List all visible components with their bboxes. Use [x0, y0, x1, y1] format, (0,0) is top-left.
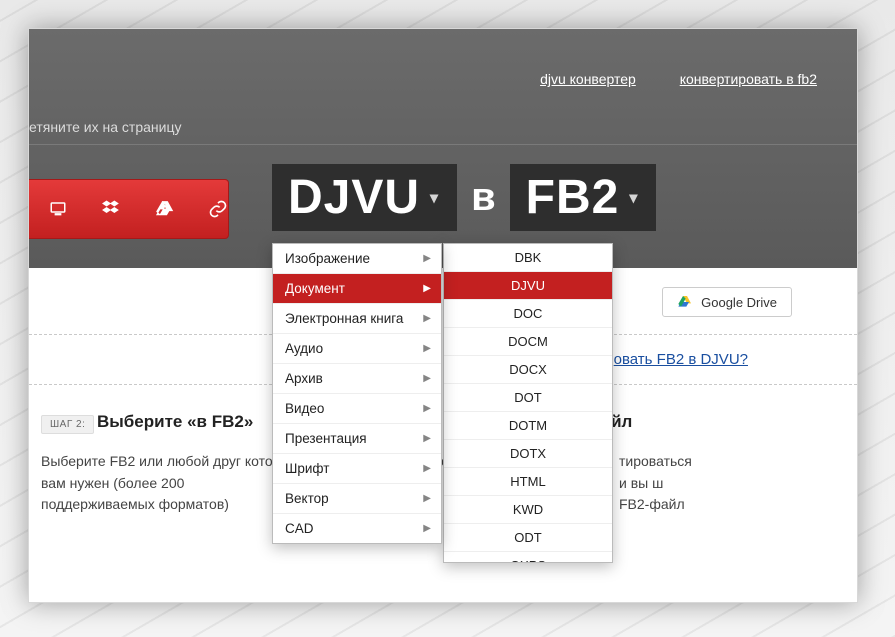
- link-convert-to-fb2[interactable]: конвертировать в fb2: [680, 71, 817, 87]
- top-links: djvu конвертер конвертировать в fb2: [500, 71, 817, 87]
- header-separator: [29, 144, 857, 145]
- step-paragraph-1: Выберите FB2 или любой друг который вам …: [41, 451, 301, 516]
- category-item[interactable]: Презентация ▶: [273, 424, 441, 454]
- category-item-label: Презентация: [285, 431, 367, 446]
- link-icon[interactable]: [207, 198, 228, 220]
- format-selectors: DJVU ▾ в FB2 ▾: [272, 164, 656, 231]
- in-word: в: [471, 175, 496, 220]
- category-item[interactable]: CAD ▶: [273, 514, 441, 543]
- category-dropdown[interactable]: Изображение▶Документ▶Электронная книга▶А…: [272, 243, 442, 544]
- format-item[interactable]: ODT: [444, 524, 612, 552]
- format-item[interactable]: DBK: [444, 244, 612, 272]
- format-item[interactable]: DOCM: [444, 328, 612, 356]
- format-item[interactable]: DOT: [444, 384, 612, 412]
- chevron-right-icon: ▶: [423, 343, 431, 354]
- chevron-right-icon: ▶: [423, 403, 431, 414]
- category-item[interactable]: Видео ▶: [273, 394, 441, 424]
- category-item-label: Видео: [285, 401, 324, 416]
- from-format-button[interactable]: DJVU ▾: [272, 164, 457, 231]
- category-item-label: Изображение: [285, 251, 370, 266]
- chevron-right-icon: ▶: [423, 463, 431, 474]
- link-djvu-converter[interactable]: djvu конвертер: [540, 71, 636, 87]
- category-item[interactable]: Шрифт ▶: [273, 454, 441, 484]
- category-item[interactable]: Вектор ▶: [273, 484, 441, 514]
- category-item-label: Документ: [285, 281, 345, 296]
- step-badge: ШАГ 2:: [41, 415, 94, 434]
- chevron-right-icon: ▶: [423, 283, 431, 294]
- format-dropdown-scroll[interactable]: DBKDJVUDOCDOCMDOCXDOTDOTMDOTXHTMLKWDODTO…: [444, 244, 612, 562]
- category-item-label: Электронная книга: [285, 311, 403, 326]
- format-item[interactable]: DOTM: [444, 412, 612, 440]
- category-item[interactable]: Аудио ▶: [273, 334, 441, 364]
- source-picker-bar: [29, 179, 229, 239]
- format-dropdown[interactable]: DBKDJVUDOCDOCMDOCXDOTDOTMDOTXHTMLKWDODTO…: [443, 243, 613, 563]
- from-format-label: DJVU: [288, 170, 420, 225]
- chevron-right-icon: ▶: [423, 253, 431, 264]
- google-drive-icon[interactable]: [154, 198, 175, 220]
- category-item[interactable]: Электронная книга ▶: [273, 304, 441, 334]
- category-item-label: Архив: [285, 371, 323, 386]
- reverse-convert-link[interactable]: овать FB2 в DJVU?: [614, 351, 748, 368]
- chevron-right-icon: ▶: [423, 313, 431, 324]
- to-format-button[interactable]: FB2 ▾: [510, 164, 657, 231]
- category-item[interactable]: Архив ▶: [273, 364, 441, 394]
- format-item[interactable]: DOCX: [444, 356, 612, 384]
- format-item[interactable]: DJVU: [444, 272, 612, 300]
- drop-hint-text: етяните их на страницу: [29, 119, 181, 135]
- format-item[interactable]: HTML: [444, 468, 612, 496]
- app-panel: djvu конвертер конвертировать в fb2 етян…: [28, 28, 858, 603]
- to-format-label: FB2: [526, 170, 620, 225]
- chevron-right-icon: ▶: [423, 373, 431, 384]
- chevron-down-icon: ▾: [629, 188, 638, 208]
- format-item[interactable]: OXPS: [444, 552, 612, 562]
- category-item-label: Аудио: [285, 341, 323, 356]
- google-drive-icon: [677, 294, 693, 310]
- category-item[interactable]: Изображение ▶: [273, 244, 441, 274]
- format-item[interactable]: DOC: [444, 300, 612, 328]
- format-item[interactable]: KWD: [444, 496, 612, 524]
- chevron-right-icon: ▶: [423, 433, 431, 444]
- chevron-down-icon: ▾: [430, 188, 439, 208]
- step-title-1: Выберите «в FB2»: [97, 412, 253, 432]
- google-drive-button[interactable]: Google Drive: [662, 287, 792, 317]
- dropbox-icon[interactable]: [101, 198, 122, 220]
- chevron-right-icon: ▶: [423, 493, 431, 504]
- category-item-label: Шрифт: [285, 461, 329, 476]
- category-item-label: CAD: [285, 521, 314, 536]
- chevron-right-icon: ▶: [423, 523, 431, 534]
- category-item-label: Вектор: [285, 491, 329, 506]
- header-band: djvu конвертер конвертировать в fb2 етян…: [29, 29, 857, 268]
- category-item[interactable]: Документ ▶: [273, 274, 441, 304]
- computer-icon[interactable]: [47, 198, 69, 220]
- google-drive-label: Google Drive: [701, 295, 777, 310]
- format-item[interactable]: DOTX: [444, 440, 612, 468]
